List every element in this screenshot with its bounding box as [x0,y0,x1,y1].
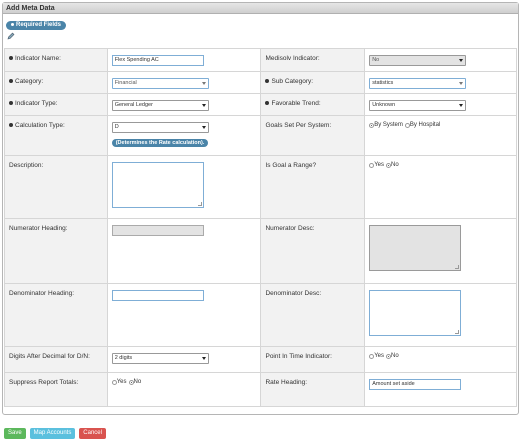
goal-range-no-radio[interactable] [386,162,391,168]
chevron-down-icon [201,82,206,85]
chevron-down-icon [459,82,464,85]
by-system-radio[interactable] [369,122,375,128]
point-in-time-label: Point In Time Indicator: [260,346,366,373]
rate-heading-label: Rate Heading: [260,372,366,407]
digits-after-decimal-select[interactable]: 2 digits [111,353,209,364]
suppress-totals-label: Suppress Report Totals: [4,372,108,407]
category-label: Category: [4,71,108,94]
by-hospital-radio[interactable] [404,122,410,128]
numerator-heading-input[interactable] [111,225,204,236]
category-select[interactable]: Financial [111,78,209,89]
save-button[interactable]: Save [4,428,26,439]
calculation-note: (Determines the Rate calculation). [111,139,209,147]
map-accounts-button[interactable]: Map Accounts [29,428,76,439]
indicator-name-input[interactable]: Flex Spending AC [111,55,204,66]
chevron-down-icon [201,357,206,360]
denominator-desc-label: Denominator Desc: [260,283,366,347]
goal-range-yes-radio[interactable] [369,162,375,168]
denominator-heading-label: Denominator Heading: [4,283,108,347]
goals-set-label: Goals Set Per System: [260,115,366,156]
indicator-type-label: Indicator Type: [4,93,108,116]
numerator-desc-label: Numerator Desc: [260,218,366,284]
chevron-down-icon [459,59,464,62]
suppress-yes-radio[interactable] [111,379,117,385]
chevron-down-icon [201,126,206,129]
medisolv-indicator-label: Medisolv Indicator: [260,48,366,72]
resize-grip-icon[interactable] [197,202,202,206]
panel-title: Add Meta Data [3,3,518,14]
point-in-time-no-radio[interactable] [386,353,391,359]
cancel-button[interactable]: Cancel [79,428,106,439]
sub-category-label: Sub Category: [260,71,366,94]
indicator-name-label: Indicator Name: [4,48,108,72]
medisolv-indicator-select[interactable]: No [369,55,467,66]
favorable-trend-select[interactable]: Unknown [369,100,467,111]
indicator-type-select[interactable]: General Ledger [111,100,209,111]
chevron-down-icon [459,104,464,107]
calculation-type-label: Calculation Type: [4,115,108,156]
resize-grip-icon[interactable] [455,265,460,269]
numerator-heading-label: Numerator Heading: [4,218,108,284]
denominator-desc-textarea[interactable] [369,290,462,336]
description-textarea[interactable] [111,162,204,208]
point-in-time-yes-radio[interactable] [369,353,375,359]
meta-data-form: Indicator Name: Flex Spending AC Medisol… [4,48,517,407]
denominator-heading-input[interactable] [111,290,204,301]
sub-category-select[interactable]: statistics [369,78,467,89]
required-fields-badge: Required Fields [6,21,67,30]
favorable-trend-label: Favorable Trend: [260,93,366,116]
chevron-down-icon [201,104,206,107]
description-label: Description: [4,155,108,219]
action-buttons: Save Map Accounts Cancel [4,428,108,439]
calculation-type-select[interactable]: D [111,122,209,133]
required-fields-label: Required Fields [16,22,62,28]
suppress-no-radio[interactable] [128,379,134,385]
digits-after-decimal-label: Digits After Decimal for D/N: [4,346,108,373]
goal-range-label: Is Goal a Range? [260,155,366,219]
pencil-icon[interactable] [7,32,15,40]
numerator-desc-textarea[interactable] [369,225,462,271]
rate-heading-input[interactable]: Amount set aside [369,379,462,390]
resize-grip-icon[interactable] [455,330,460,334]
